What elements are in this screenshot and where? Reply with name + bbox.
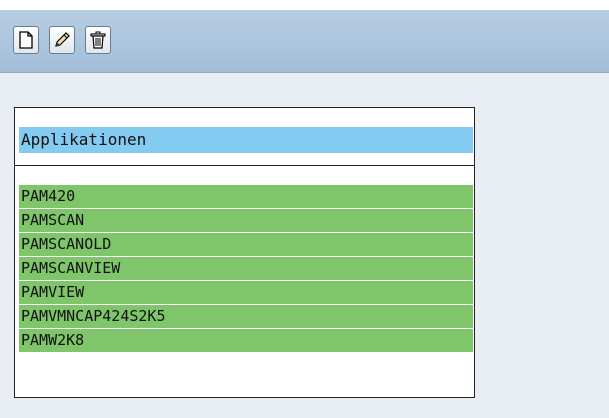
create-button[interactable] bbox=[13, 26, 39, 54]
list-item[interactable]: PAMSCAN bbox=[19, 209, 473, 232]
list-item[interactable]: PAMVMNCAP424S2K5 bbox=[19, 305, 473, 328]
application-list: PAM420 PAMSCAN PAMSCANOLD PAMSCANVIEW PA… bbox=[19, 185, 473, 353]
application-toolbar bbox=[0, 10, 609, 73]
list-item[interactable]: PAMSCANOLD bbox=[19, 233, 473, 256]
list-item[interactable]: PAMSCANVIEW bbox=[19, 257, 473, 280]
edit-button[interactable] bbox=[49, 26, 75, 54]
window-title-strip bbox=[0, 0, 609, 10]
panel-header: Applikationen bbox=[15, 108, 474, 166]
new-document-icon bbox=[18, 31, 34, 49]
trash-icon bbox=[90, 31, 106, 49]
list-item[interactable]: PAM420 bbox=[19, 185, 473, 208]
applications-header: Applikationen bbox=[19, 127, 473, 153]
delete-button[interactable] bbox=[85, 26, 111, 54]
list-item[interactable]: PAMW2K8 bbox=[19, 329, 473, 352]
pencil-icon bbox=[53, 31, 71, 49]
applications-panel: Applikationen PAM420 PAMSCAN PAMSCANOLD … bbox=[14, 107, 475, 398]
list-item[interactable]: PAMVIEW bbox=[19, 281, 473, 304]
